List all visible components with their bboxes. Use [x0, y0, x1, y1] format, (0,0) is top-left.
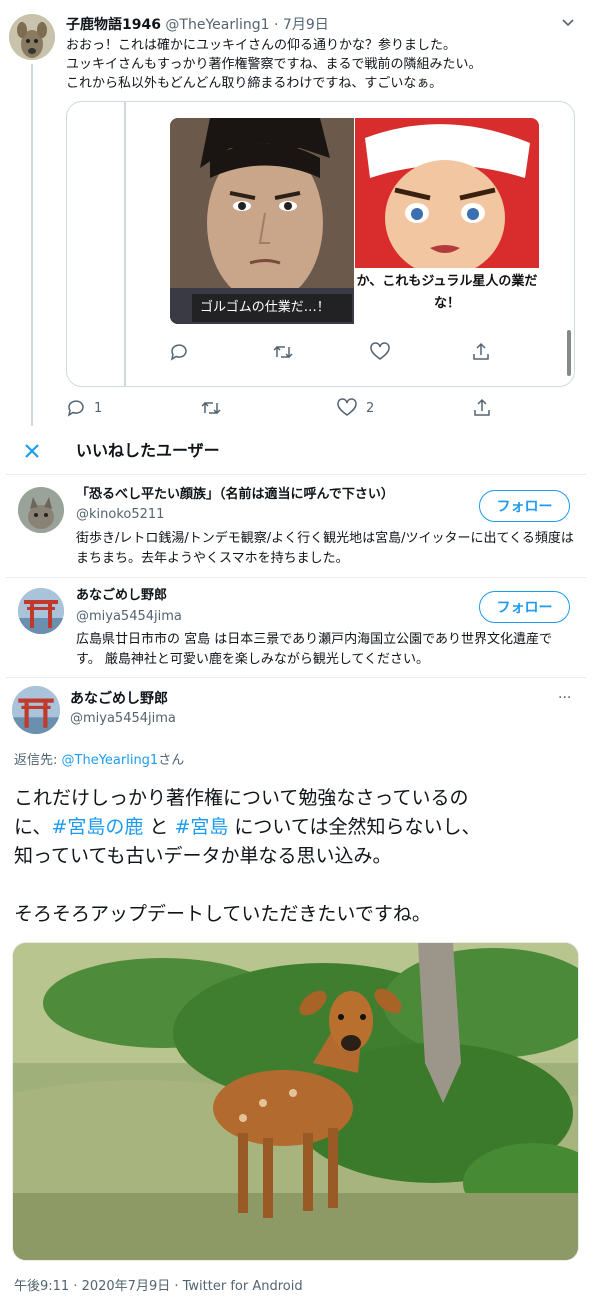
- quoted-caption-left: ゴルゴムの仕業だ…！: [192, 294, 352, 322]
- close-icon[interactable]: [22, 441, 42, 461]
- tweet-timestamp[interactable]: 午後9:11 · 2020年7月9日 · Twitter for Android: [14, 1278, 303, 1296]
- tweet-text-segment: に、: [14, 816, 52, 838]
- liker-handle[interactable]: @miya5454jima: [76, 608, 182, 626]
- reply-to-suffix: さん: [158, 753, 185, 768]
- chevron-down-icon[interactable]: [560, 14, 576, 30]
- quoted-retweet-icon[interactable]: [272, 342, 294, 362]
- main-tweet: あなごめし野郎 @miya5454jima ··· 返信先: @TheYearl…: [0, 678, 593, 1306]
- liker-name[interactable]: 「恐るべし平たい顔族」（名前は適当に呼んで下さい）: [76, 486, 394, 504]
- quoted-tweet-card[interactable]: ゴルゴムの仕業だ…！ か、これもジュラル星人の業だな！: [66, 101, 575, 387]
- reply-to-prefix: 返信先:: [14, 753, 62, 768]
- retweet-button[interactable]: [200, 398, 222, 418]
- reply-to-line: 返信先: @TheYearling1さん: [14, 752, 184, 770]
- tweet-text: おおっ！これは確かにユッキイさんの仰る通りかな？参りました。 ユッキイさんもすっ…: [66, 38, 482, 91]
- quoted-thread-line: [124, 102, 126, 386]
- separator-dot: ·: [274, 17, 279, 33]
- quoted-scrollbar[interactable]: [567, 330, 571, 376]
- quoted-caption-right: か、これもジュラル星人の業だな！: [356, 274, 538, 311]
- reply-button[interactable]: 1: [66, 398, 102, 418]
- tweet-line: 知っていても古いデータか単なる思い込み。: [14, 845, 392, 867]
- avatar[interactable]: [18, 588, 64, 634]
- torii-avatar-icon: [12, 686, 60, 734]
- heart-icon: [337, 398, 357, 416]
- liker-bio: 広島県廿日市市の 宮島 は日本三景であり瀬戸内海国立公園であり世界文化遺産です。…: [76, 632, 553, 667]
- top-tweet: 子鹿物語1946 @TheYearling1 · 7月9日 おおっ！これは確かに…: [0, 0, 593, 430]
- reply-count: 1: [94, 400, 103, 416]
- quoted-image-right[interactable]: か、これもジュラル星人の業だな！: [355, 118, 539, 324]
- follow-button[interactable]: フォロー: [479, 591, 570, 623]
- more-options-icon[interactable]: ···: [558, 690, 571, 706]
- liker-handle[interactable]: @kinoko5211: [76, 506, 164, 524]
- avatar[interactable]: [18, 487, 64, 533]
- tweet-line: これだけしっかり著作権について勉強なさっているの: [14, 787, 469, 809]
- likes-panel-title: いいねしたユーザー: [76, 441, 220, 460]
- tweet-author-name[interactable]: あなごめし野郎: [70, 689, 168, 709]
- quoted-image-left[interactable]: ゴルゴムの仕業だ…！: [170, 118, 354, 324]
- share-icon: [474, 398, 490, 416]
- tweet-author-name[interactable]: 子鹿物語1946: [66, 17, 161, 33]
- hashtag-link[interactable]: #宮島: [174, 816, 228, 838]
- avatar[interactable]: [12, 686, 60, 734]
- tweet-text-segment: と: [143, 816, 175, 838]
- hashtag-link[interactable]: #宮島の鹿: [51, 816, 143, 838]
- thread-line: [31, 64, 33, 426]
- likes-panel: いいねしたユーザー 「恐るべし平たい顔族」（名前は適当に呼んで下さい） @kin…: [0, 430, 593, 678]
- deer-avatar-icon: [9, 14, 55, 60]
- liker-name[interactable]: あなごめし野郎: [76, 587, 167, 605]
- reply-icon: [67, 400, 84, 417]
- retweet-icon: [201, 401, 221, 415]
- liker-bio: 街歩き/レトロ銭湯/トンデモ観察/よく行く観光地は宮島/ツイッターに出てくる頻度…: [76, 531, 574, 566]
- quoted-like-icon[interactable]: [369, 342, 391, 362]
- like-count: 2: [366, 400, 375, 416]
- tweet-author-handle[interactable]: @TheYearling1: [165, 17, 269, 33]
- share-button[interactable]: [472, 398, 492, 418]
- cat-avatar-icon: [18, 487, 64, 533]
- liker-item[interactable]: あなごめし野郎 @miya5454jima フォロー 広島県廿日市市の 宮島 は…: [6, 578, 586, 678]
- reply-to-handle[interactable]: @TheYearling1: [62, 753, 159, 768]
- main-tweet-text: これだけしっかり著作権について勉強なさっているの に、#宮島の鹿 と #宮島 に…: [14, 784, 584, 929]
- follow-button[interactable]: フォロー: [479, 490, 570, 522]
- tweet-date[interactable]: 7月9日: [283, 17, 329, 33]
- avatar[interactable]: [9, 14, 55, 60]
- tweet-line: そろそろアップデートしていただきたいですね。: [14, 903, 431, 925]
- deer-photo-image: [13, 943, 578, 1260]
- quoted-share-icon[interactable]: [471, 342, 491, 362]
- tweet-author-handle[interactable]: @miya5454jima: [70, 710, 176, 728]
- tweet-photo[interactable]: [12, 942, 579, 1261]
- torii-avatar-icon: [18, 588, 64, 634]
- like-button[interactable]: 2: [336, 398, 374, 418]
- quoted-reply-icon[interactable]: [169, 342, 189, 362]
- liker-item[interactable]: 「恐るべし平たい顔族」（名前は適当に呼んで下さい） @kinoko5211 フォ…: [6, 475, 586, 577]
- tweet-text-segment: については全然知らないし、: [228, 816, 481, 838]
